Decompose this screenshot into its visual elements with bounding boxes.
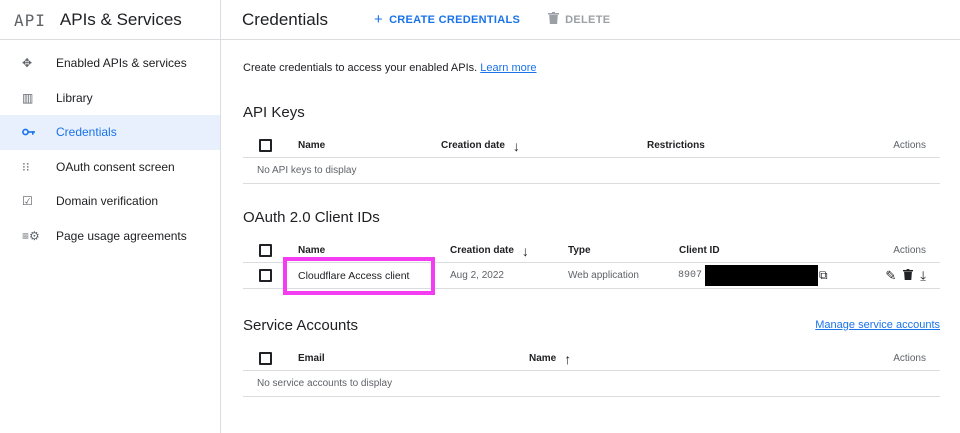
sidebar-item-domain-verification[interactable]: ☑ Domain verification (0, 184, 220, 219)
api-diamond-icon: ✥ (22, 56, 33, 71)
column-header-name[interactable]: Name ↑ (529, 347, 571, 370)
empty-message: No service accounts to display (257, 378, 393, 389)
create-credentials-button[interactable]: + CREATE CREDENTIALS (374, 11, 520, 28)
column-header-actions: Actions (893, 140, 926, 151)
api-keys-title: API Keys (243, 104, 305, 121)
column-header-label: Creation date (441, 140, 505, 151)
sidebar: ✥ Enabled APIs & services ▥ Library Cred… (0, 40, 221, 433)
column-header-label: Creation date (450, 245, 514, 256)
trash-icon (548, 11, 560, 28)
api-logo[interactable]: API (14, 11, 46, 30)
domain-icon: ☑ (22, 194, 33, 209)
column-header-actions: Actions (893, 353, 926, 364)
sidebar-item-oauth-consent[interactable]: ⁝⁝ OAuth consent screen (0, 150, 220, 185)
page-title: Credentials (242, 9, 328, 29)
sidebar-item-label: Library (56, 90, 93, 105)
column-header-restrictions[interactable]: Restrictions (647, 134, 705, 157)
redacted-client-id (705, 265, 818, 286)
select-all-checkbox[interactable] (259, 239, 272, 262)
delete-button[interactable]: DELETE (548, 11, 610, 28)
column-header-label: Name (529, 353, 557, 364)
column-header-name[interactable]: Name (298, 134, 325, 157)
select-all-checkbox[interactable] (259, 347, 272, 370)
app-header: API APIs & Services (0, 0, 221, 40)
select-all-checkbox[interactable] (259, 134, 272, 157)
empty-row: No API keys to display (243, 158, 940, 184)
sidebar-item-library[interactable]: ▥ Library (0, 81, 220, 116)
key-icon (0, 125, 56, 139)
client-id-value: 8907 (678, 270, 703, 281)
arrow-down-icon: ↓ (512, 137, 520, 154)
library-icon: ▥ (22, 90, 34, 105)
column-header-email[interactable]: Email (298, 347, 325, 370)
arrow-up-icon: ↑ (564, 350, 572, 367)
highlight-box (283, 257, 435, 295)
sidebar-item-label: OAuth consent screen (56, 159, 175, 174)
copy-icon[interactable]: ⧉ (819, 263, 828, 288)
empty-message: No API keys to display (257, 165, 357, 176)
plus-icon: + (374, 11, 384, 28)
manage-service-accounts-link[interactable]: Manage service accounts (815, 319, 940, 331)
page-header: Credentials + CREATE CREDENTIALS DELETE (221, 0, 960, 39)
app-title[interactable]: APIs & Services (60, 10, 182, 30)
row-actions: ✎ ⤓ (878, 263, 926, 288)
column-header-creation-date[interactable]: Creation date ↓ (450, 239, 529, 262)
delete-label: DELETE (565, 13, 611, 26)
settings-list-icon: ≡⚙ (22, 228, 40, 243)
row-checkbox[interactable] (259, 263, 272, 288)
download-icon[interactable]: ⤓ (920, 268, 926, 284)
sidebar-item-enabled-apis[interactable]: ✥ Enabled APIs & services (0, 46, 220, 81)
top-bar: API APIs & Services Credentials + CREATE… (0, 0, 960, 40)
create-credentials-label: CREATE CREDENTIALS (389, 13, 521, 26)
trash-icon[interactable] (903, 268, 914, 283)
oauth-title: OAuth 2.0 Client IDs (243, 209, 380, 226)
sidebar-item-label: Page usage agreements (56, 228, 187, 243)
service-accounts-title: Service Accounts (243, 317, 359, 334)
consent-icon: ⁝⁝ (22, 159, 30, 174)
column-header-actions: Actions (893, 245, 926, 256)
table-header-row: Email Name ↑ Actions (243, 347, 940, 371)
sidebar-item-label: Domain verification (56, 194, 159, 209)
sidebar-item-label: Credentials (56, 125, 117, 140)
sidebar-item-page-usage[interactable]: ≡⚙ Page usage agreements (0, 219, 220, 254)
column-header-creation-date[interactable]: Creation date ↓ (441, 134, 520, 157)
empty-row: No service accounts to display (243, 371, 940, 397)
sidebar-item-credentials[interactable]: Credentials (0, 115, 220, 150)
learn-more-link[interactable]: Learn more (480, 62, 536, 74)
arrow-down-icon: ↓ (521, 242, 529, 259)
client-type: Web application (568, 270, 639, 281)
table-header-row: Name Creation date ↓ Restrictions Action… (243, 134, 940, 158)
creation-date: Aug 2, 2022 (450, 270, 504, 281)
edit-icon[interactable]: ✎ (885, 268, 896, 284)
column-header-client-id[interactable]: Client ID (679, 239, 720, 262)
intro-text: Create credentials to access your enable… (243, 62, 537, 74)
intro-label: Create credentials to access your enable… (243, 62, 478, 74)
sidebar-item-label: Enabled APIs & services (56, 56, 187, 71)
column-header-type[interactable]: Type (568, 239, 591, 262)
